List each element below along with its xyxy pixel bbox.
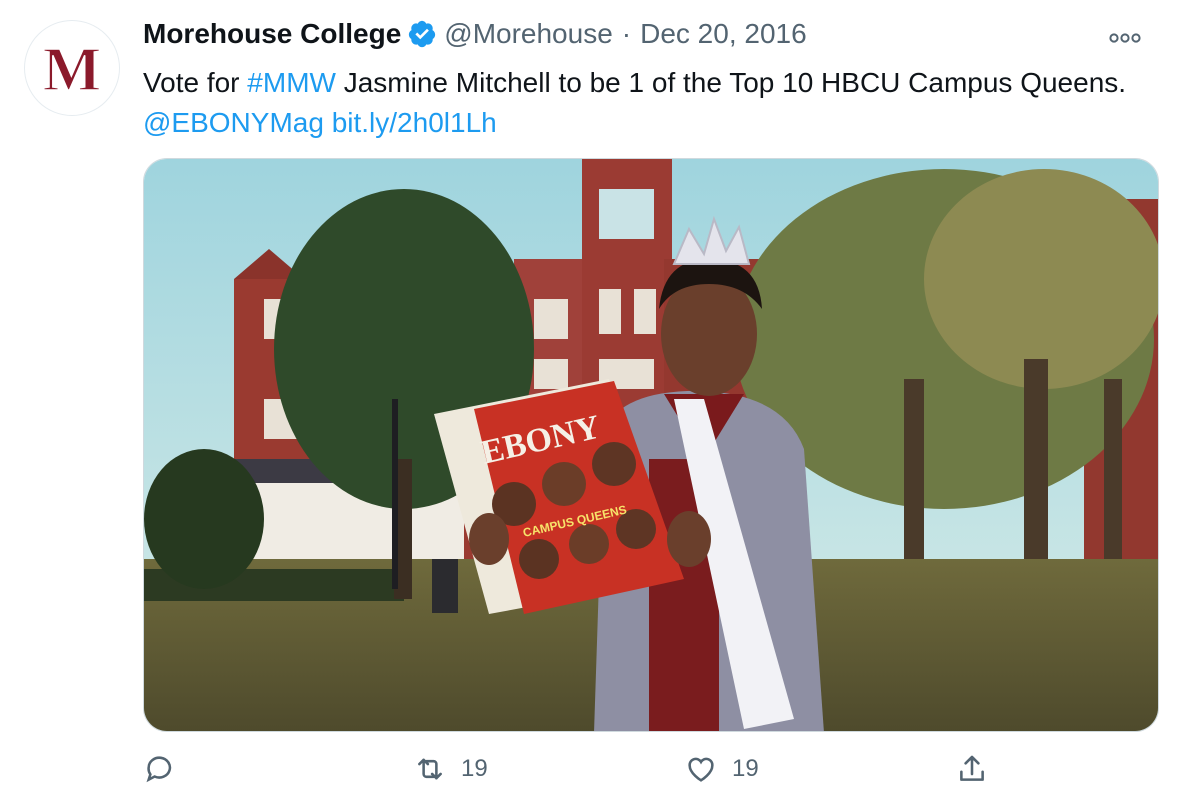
tweet-photo[interactable]: EBONY CAMPUS QUEENS: [143, 158, 1159, 732]
reply-button[interactable]: [143, 752, 191, 786]
tweet-header: Morehouse College @Morehouse · Dec 20, 2…: [143, 18, 807, 50]
reply-icon: [146, 756, 172, 783]
mention-link[interactable]: @EBONYMag: [143, 107, 324, 138]
tweet-text: Vote for #MMW Jasmine Mitchell to be 1 o…: [143, 63, 1133, 143]
more-options-icon[interactable]: [1108, 30, 1142, 46]
photo-scene: EBONY CAMPUS QUEENS: [144, 159, 1158, 731]
author-name[interactable]: Morehouse College: [143, 18, 401, 50]
tweet-actions: 19 19: [143, 752, 1159, 792]
like-button[interactable]: 19: [684, 752, 759, 786]
hashtag-link[interactable]: #MMW: [247, 67, 336, 98]
avatar-letter: M: [43, 36, 102, 104]
retweet-icon: [418, 758, 442, 780]
like-count: 19: [732, 755, 759, 782]
morehouse-logo: M: [40, 35, 104, 104]
tweet-date[interactable]: Dec 20, 2016: [640, 18, 807, 50]
header-separator: ·: [621, 18, 632, 49]
author-handle[interactable]: @Morehouse: [444, 18, 613, 50]
retweet-count: 19: [461, 755, 488, 782]
tweet-text-part2: Jasmine Mitchell to be 1 of the Top 10 H…: [335, 67, 1127, 98]
avatar[interactable]: M: [24, 20, 120, 116]
share-icon: [960, 755, 984, 781]
verified-badge-icon: [407, 19, 437, 49]
url-link[interactable]: bit.ly/2h0l1Lh: [332, 107, 497, 138]
share-button[interactable]: [955, 752, 989, 786]
tweet-text-part1: Vote for: [143, 67, 248, 98]
like-icon: [688, 757, 714, 782]
tweet-text-space: [324, 107, 332, 138]
retweet-button[interactable]: 19: [413, 752, 488, 786]
